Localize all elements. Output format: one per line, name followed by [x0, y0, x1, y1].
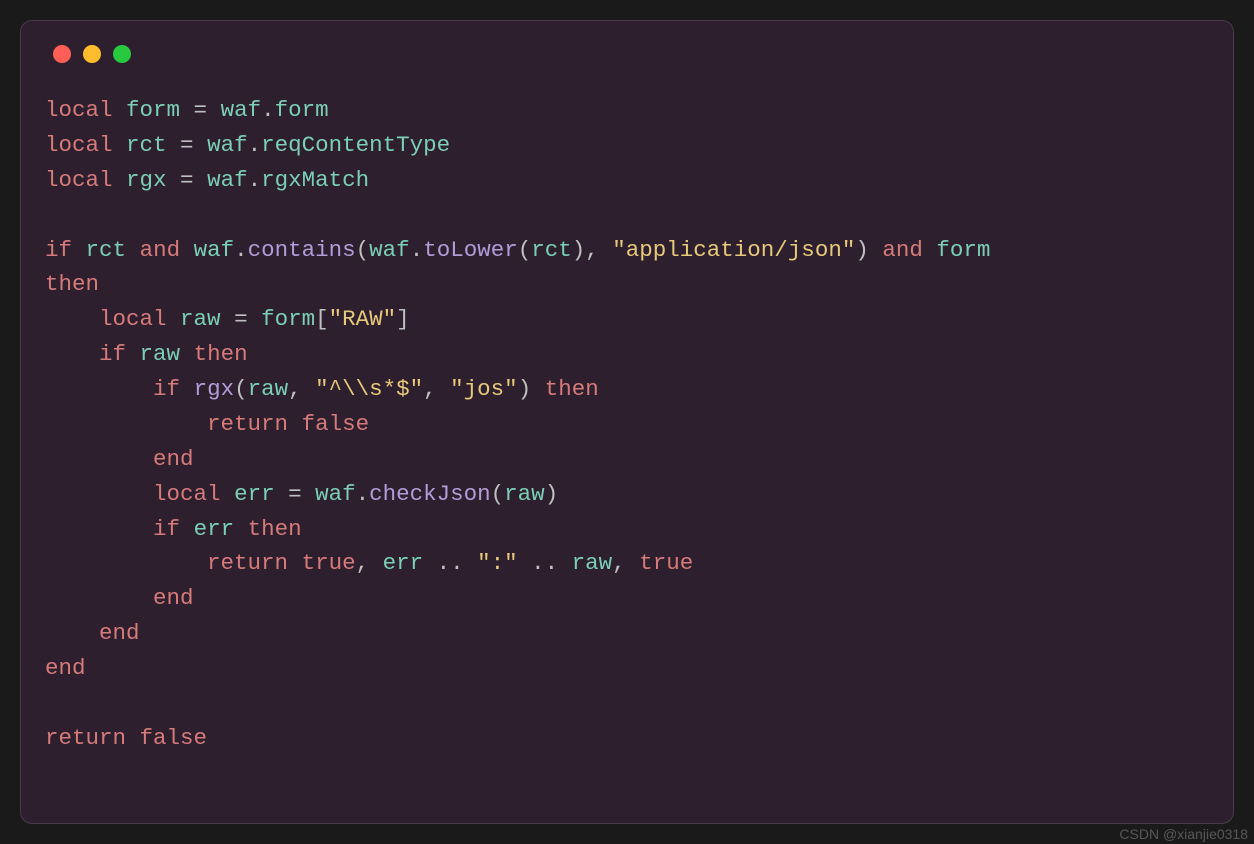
id-waf: waf	[221, 97, 262, 123]
keyword-return: return	[207, 550, 288, 576]
var-rct: rct	[86, 237, 127, 263]
keyword-return: return	[207, 411, 288, 437]
op-comma: ,	[288, 376, 315, 402]
keyword-return: return	[45, 725, 126, 751]
op-lparen: (	[356, 237, 370, 263]
var-form: form	[936, 237, 990, 263]
minimize-icon[interactable]	[83, 45, 101, 63]
var-err: err	[234, 481, 275, 507]
keyword-end: end	[153, 585, 194, 611]
fn-toLower: toLower	[423, 237, 518, 263]
keyword-local: local	[99, 306, 167, 332]
code-block: local form = waf.form local rct = waf.re…	[45, 93, 1209, 756]
op-concat: ..	[423, 550, 477, 576]
op-lparen: (	[518, 237, 532, 263]
var-raw: raw	[140, 341, 181, 367]
op-eq: =	[167, 132, 208, 158]
id-waf: waf	[194, 237, 235, 263]
keyword-end: end	[99, 620, 140, 646]
var-rgx: rgx	[126, 167, 167, 193]
fn-rgx: rgx	[194, 376, 235, 402]
id-waf: waf	[207, 167, 248, 193]
keyword-local: local	[153, 481, 221, 507]
var-err: err	[383, 550, 424, 576]
op-lparen: (	[234, 376, 248, 402]
var-err: err	[194, 516, 235, 542]
bool-true: true	[639, 550, 693, 576]
keyword-then: then	[248, 516, 302, 542]
keyword-then: then	[45, 271, 99, 297]
op-rparen: )	[572, 237, 586, 263]
keyword-and: and	[882, 237, 923, 263]
maximize-icon[interactable]	[113, 45, 131, 63]
op-rparen: )	[545, 481, 559, 507]
var-rct: rct	[126, 132, 167, 158]
var-form: form	[126, 97, 180, 123]
keyword-then: then	[545, 376, 599, 402]
id-waf: waf	[207, 132, 248, 158]
keyword-then: then	[194, 341, 248, 367]
op-rparen: )	[518, 376, 532, 402]
op-dot: .	[410, 237, 424, 263]
id-waf: waf	[369, 237, 410, 263]
op-eq: =	[167, 167, 208, 193]
op-rparen: )	[855, 237, 869, 263]
op-dot: .	[234, 237, 248, 263]
keyword-local: local	[45, 97, 113, 123]
var-raw: raw	[248, 376, 289, 402]
var-raw: raw	[572, 550, 613, 576]
terminal-window: local form = waf.form local rct = waf.re…	[20, 20, 1234, 824]
keyword-if: if	[45, 237, 72, 263]
op-eq: =	[221, 306, 262, 332]
id-waf: waf	[315, 481, 356, 507]
bool-true: true	[302, 550, 356, 576]
op-eq: =	[275, 481, 316, 507]
keyword-if: if	[153, 516, 180, 542]
str-colon: ":"	[477, 550, 518, 576]
var-form: form	[261, 306, 315, 332]
keyword-local: local	[45, 167, 113, 193]
op-comma: ,	[585, 237, 612, 263]
keyword-end: end	[45, 655, 86, 681]
var-raw: raw	[180, 306, 221, 332]
op-comma: ,	[612, 550, 639, 576]
fn-checkJson: checkJson	[369, 481, 491, 507]
op-dot: .	[261, 97, 275, 123]
op-lbrack: [	[315, 306, 329, 332]
bool-false: false	[302, 411, 370, 437]
keyword-if: if	[153, 376, 180, 402]
member-rgxMatch: rgxMatch	[261, 167, 369, 193]
member-reqContentType: reqContentType	[261, 132, 450, 158]
op-lparen: (	[491, 481, 505, 507]
op-comma: ,	[423, 376, 450, 402]
keyword-and: and	[140, 237, 181, 263]
op-concat: ..	[518, 550, 572, 576]
op-comma: ,	[356, 550, 383, 576]
bool-false: false	[140, 725, 208, 751]
traffic-lights	[45, 41, 1209, 63]
var-rct: rct	[531, 237, 572, 263]
var-raw: raw	[504, 481, 545, 507]
str-RAW: "RAW"	[329, 306, 397, 332]
fn-contains: contains	[248, 237, 356, 263]
close-icon[interactable]	[53, 45, 71, 63]
keyword-if: if	[99, 341, 126, 367]
op-dot: .	[248, 167, 262, 193]
member-form: form	[275, 97, 329, 123]
op-eq: =	[180, 97, 221, 123]
keyword-local: local	[45, 132, 113, 158]
keyword-end: end	[153, 446, 194, 472]
op-rbrack: ]	[396, 306, 410, 332]
str-regex: "^\\s*$"	[315, 376, 423, 402]
str-jos: "jos"	[450, 376, 518, 402]
op-dot: .	[248, 132, 262, 158]
str-appjson: "application/json"	[612, 237, 855, 263]
watermark: CSDN @xianjie0318	[1119, 826, 1248, 842]
op-dot: .	[356, 481, 370, 507]
